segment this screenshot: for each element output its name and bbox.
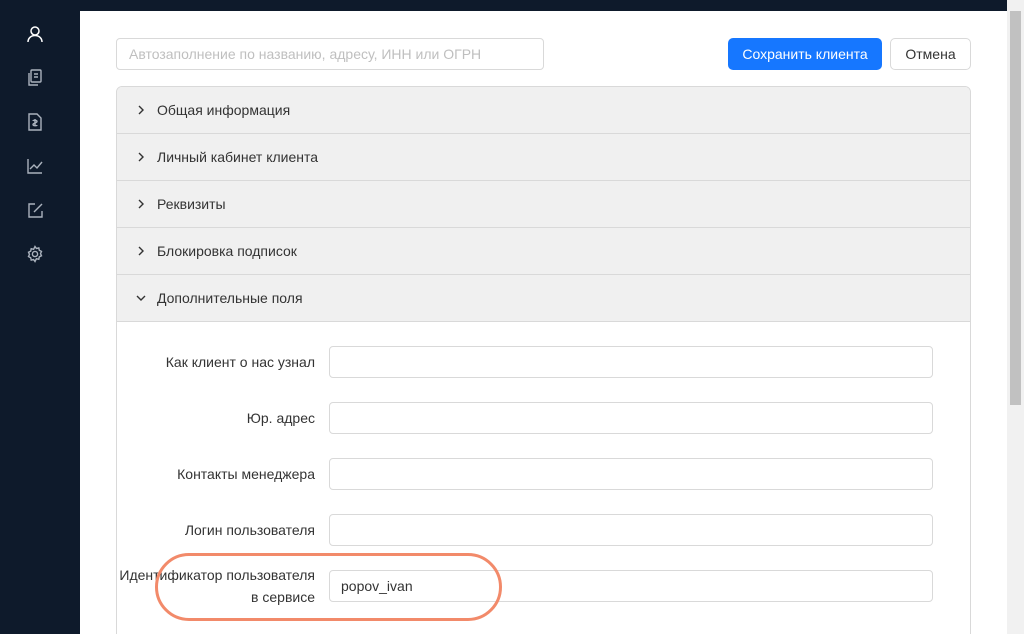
form-row-service-user-id: Идентификатор пользователя в сервисе [117, 567, 970, 605]
legal-address-input[interactable] [329, 402, 933, 434]
chart-icon[interactable] [24, 155, 46, 177]
panel-label: Личный кабинет клиента [157, 149, 319, 165]
form-row-legal-address: Юр. адрес [117, 402, 970, 434]
invoice-icon[interactable] [24, 111, 46, 133]
chevron-right-icon [133, 246, 149, 256]
manager-contacts-input[interactable] [329, 458, 933, 490]
chevron-right-icon [133, 152, 149, 162]
user-login-input[interactable] [329, 514, 933, 546]
edit-icon[interactable] [24, 199, 46, 221]
top-bar [80, 0, 1010, 11]
chevron-right-icon [133, 199, 149, 209]
user-icon[interactable] [24, 23, 46, 45]
save-client-button[interactable]: Сохранить клиента [728, 38, 882, 70]
panel-subscription-block[interactable]: Блокировка подписок [117, 228, 970, 275]
service-user-id-input[interactable] [329, 570, 933, 602]
chevron-down-icon [133, 293, 149, 303]
documents-icon[interactable] [24, 67, 46, 89]
extra-fields-body: Как клиент о нас узнал Юр. адрес Контакт… [117, 322, 970, 605]
panel-label: Блокировка подписок [157, 243, 297, 259]
panel-label: Дополнительные поля [157, 290, 303, 306]
client-form-collapse: Общая информация Личный кабинет клиента … [116, 86, 971, 634]
scrollbar-thumb[interactable] [1010, 11, 1021, 405]
field-label: Идентификатор пользователя в сервисе [119, 567, 315, 605]
cancel-button[interactable]: Отмена [890, 38, 971, 70]
panel-requisites[interactable]: Реквизиты [117, 181, 970, 228]
form-row-manager-contacts: Контакты менеджера [117, 458, 970, 490]
panel-label: Реквизиты [157, 196, 226, 212]
field-label: Юр. адрес [246, 410, 315, 426]
autofill-search-input[interactable] [116, 38, 544, 70]
panel-label: Общая информация [157, 102, 291, 118]
field-label: Логин пользователя [184, 522, 315, 538]
field-label: Как клиент о нас узнал [165, 354, 315, 370]
chevron-right-icon [133, 105, 149, 115]
field-label: Контакты менеджера [177, 466, 315, 482]
panel-general-info[interactable]: Общая информация [117, 87, 970, 134]
gear-icon[interactable] [24, 243, 46, 265]
form-row-referral: Как клиент о нас узнал [117, 346, 970, 378]
form-row-user-login: Логин пользователя [117, 514, 970, 546]
sidebar [0, 0, 80, 634]
panel-client-account[interactable]: Личный кабинет клиента [117, 134, 970, 181]
referral-source-input[interactable] [329, 346, 933, 378]
panel-extra-fields[interactable]: Дополнительные поля [117, 275, 970, 322]
